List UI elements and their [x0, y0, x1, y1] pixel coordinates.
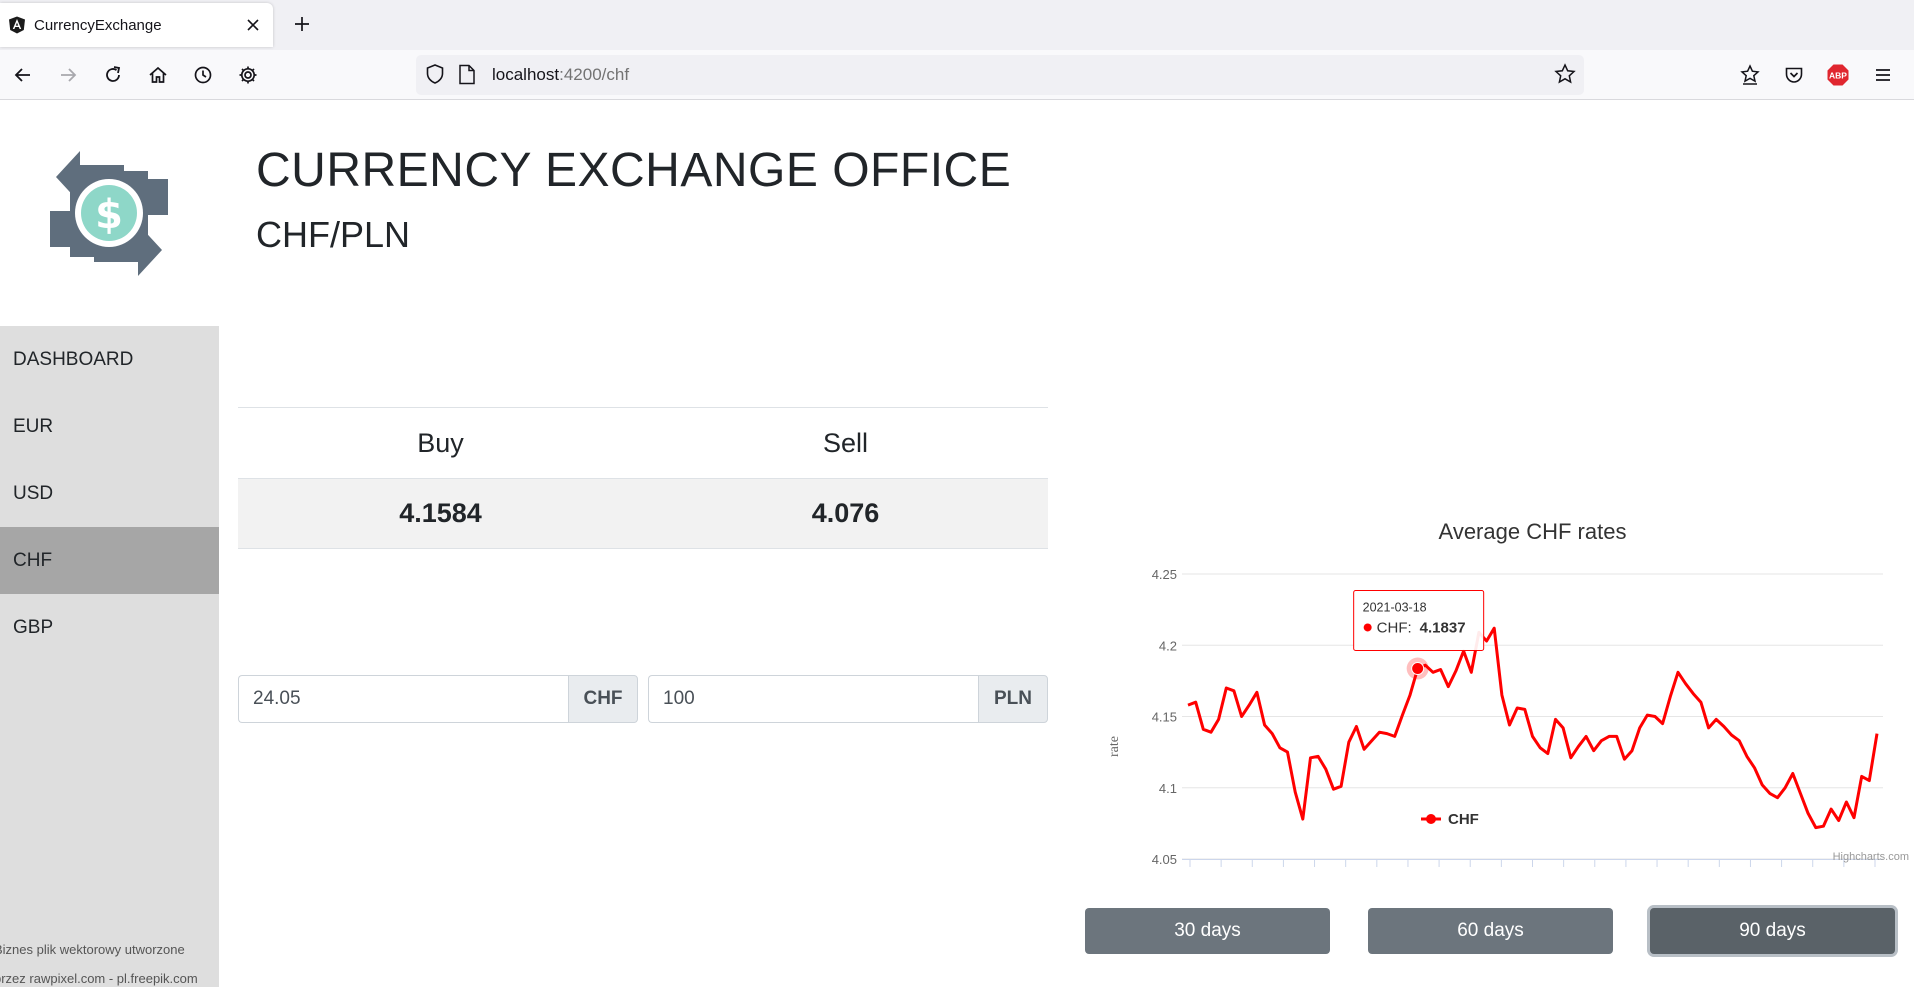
- url-text[interactable]: localhost:4200/chf: [492, 65, 629, 85]
- sidebar-item-dashboard[interactable]: DASHBOARD: [0, 326, 219, 393]
- angular-favicon-icon: [9, 16, 25, 34]
- collections-star-icon[interactable]: [1735, 60, 1765, 90]
- app-page: $ CURRENCY EXCHANGE OFFICE CHF/PLN DASHB…: [0, 101, 1914, 987]
- sidebar-item-usd[interactable]: USD: [0, 460, 219, 527]
- page-icon[interactable]: [458, 64, 476, 85]
- shield-icon[interactable]: [424, 63, 446, 85]
- chart-svg: Average CHF rates 4.05 4.1 4.15 4.2 4.25 rate 2…: [1107, 519, 1909, 867]
- browser-tab-bar: CurrencyExchange: [0, 0, 1914, 50]
- sidebar-item-label: DASHBOARD: [13, 349, 134, 370]
- highcharts-credit: Highcharts.com: [1833, 851, 1909, 863]
- sidebar-item-label: USD: [13, 483, 54, 504]
- sidebar-item-eur[interactable]: EUR: [0, 393, 219, 460]
- tab-close-icon[interactable]: [239, 11, 267, 39]
- y-tick-label: 4.2: [1159, 638, 1177, 653]
- tab-title: CurrencyExchange: [34, 16, 162, 34]
- y-tick-label: 4.1: [1159, 781, 1177, 796]
- to-currency-addon: PLN: [978, 675, 1048, 723]
- from-amount-group: 24.05 CHF: [238, 675, 638, 723]
- rates-header-row: Buy Sell: [238, 408, 1048, 479]
- sidebar-item-gbp[interactable]: GBP: [0, 594, 219, 661]
- sidebar-item-label: GBP: [13, 617, 54, 638]
- hamburger-menu-icon[interactable]: [1868, 60, 1898, 90]
- range-60-days-button[interactable]: 60 days: [1368, 908, 1613, 954]
- browser-nav-bar: localhost:4200/chf ABP: [0, 50, 1914, 100]
- y-tick-label: 4.15: [1152, 710, 1177, 725]
- history-icon[interactable]: [188, 60, 218, 90]
- address-bar[interactable]: localhost:4200/chf: [416, 55, 1584, 95]
- currency-pair-title: CHF/PLN: [256, 214, 411, 255]
- sell-header: Sell: [822, 427, 869, 458]
- forward-arrow-icon[interactable]: [53, 60, 83, 90]
- new-tab-plus-icon[interactable]: [287, 9, 317, 39]
- y-tick-label: 4.05: [1152, 852, 1177, 867]
- svg-text:ABP: ABP: [1829, 71, 1847, 81]
- reload-icon[interactable]: [98, 60, 128, 90]
- adblock-plus-icon[interactable]: ABP: [1823, 60, 1853, 90]
- y-tick-label: 4.25: [1152, 567, 1177, 582]
- sell-rate-value: 4.076: [811, 498, 880, 528]
- from-amount-input[interactable]: 24.05: [238, 675, 568, 723]
- bookmark-star-icon[interactable]: [1554, 63, 1576, 85]
- currency-exchange-logo-icon: $: [50, 151, 168, 276]
- tooltip-date: 2021-03-18: [1363, 600, 1427, 614]
- series-line-chf: [1187, 626, 1879, 830]
- app-title: CURRENCY EXCHANGE OFFICE: [256, 144, 1012, 197]
- rates-value-row: 4.1584 4.076: [238, 479, 1048, 549]
- rates-table: Buy Sell 4.1584 4.076: [238, 407, 1048, 549]
- to-amount-group: 100 PLN: [648, 675, 1048, 723]
- to-amount-input[interactable]: 100: [648, 675, 978, 723]
- gear-icon[interactable]: [233, 60, 263, 90]
- sidebar-item-label: CHF: [13, 550, 53, 571]
- range-90-days-button[interactable]: 90 days: [1650, 908, 1895, 954]
- from-currency-addon: CHF: [568, 675, 638, 723]
- chart-title: Average CHF rates: [1439, 519, 1627, 544]
- sidebar-item-label: EUR: [13, 416, 54, 437]
- legend-label-chf: CHF: [1448, 811, 1479, 828]
- legend-marker-icon: [1426, 814, 1436, 824]
- url-host: localhost: [492, 65, 560, 84]
- sidebar-item-chf[interactable]: CHF: [0, 527, 219, 594]
- svg-text:$: $: [95, 192, 123, 238]
- rates-chart: Average CHF rates 4.05 4.1 4.15 4.2 4.25 rate 2…: [1085, 389, 1914, 869]
- y-axis-title: rate: [1107, 736, 1122, 757]
- tooltip-series-name: CHF:: [1377, 619, 1412, 636]
- url-path: :4200/chf: [559, 65, 630, 84]
- buy-header: Buy: [417, 427, 464, 458]
- tooltip-value: 4.1837: [1420, 619, 1466, 636]
- image-credit-link[interactable]: przez rawpixel.com - pl.freepik.com: [0, 971, 198, 986]
- pocket-icon[interactable]: [1779, 60, 1809, 90]
- range-30-days-button[interactable]: 30 days: [1085, 908, 1330, 954]
- back-arrow-icon[interactable]: [8, 60, 38, 90]
- sidebar: DASHBOARD EUR USD CHF GBP Biznes plik we…: [0, 326, 219, 987]
- browser-tab[interactable]: CurrencyExchange: [0, 3, 273, 47]
- home-icon[interactable]: [143, 60, 173, 90]
- hover-point-marker: [1411, 661, 1425, 675]
- tooltip-series-dot: [1363, 623, 1372, 632]
- buy-rate-value: 4.1584: [399, 498, 482, 528]
- image-credit-line: Biznes plik wektorowy utworzone: [0, 942, 185, 957]
